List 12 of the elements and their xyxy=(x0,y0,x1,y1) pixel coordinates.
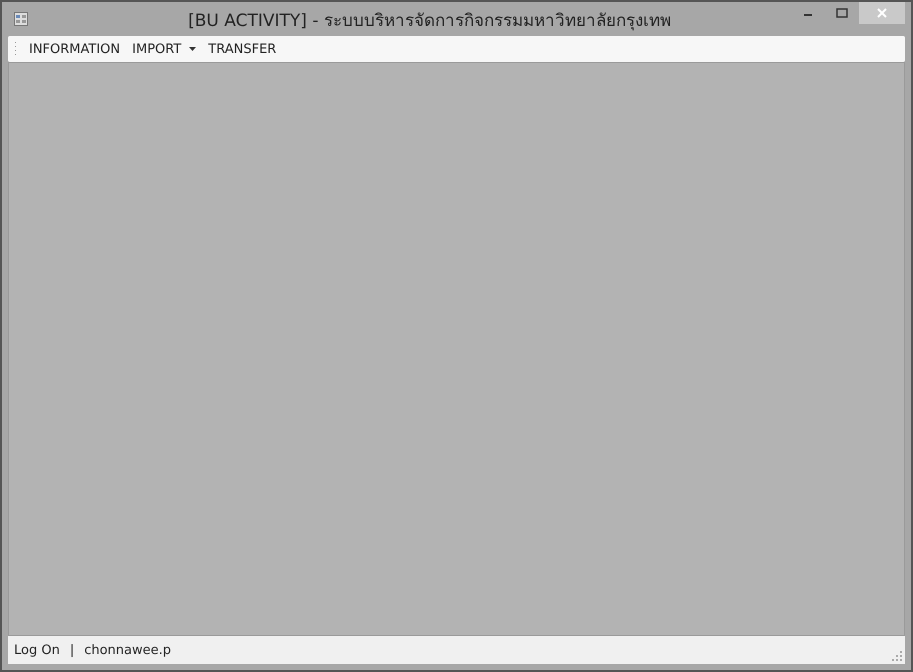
menu-item[interactable]: TRANSFER xyxy=(204,40,280,58)
window-title: [BU ACTIVITY] - ระบบบริหารจัดการกิจกรรมมหาวิทยาลัยกรุงเทพ xyxy=(187,10,672,32)
menu-item[interactable]: INFORMATION xyxy=(25,40,124,58)
resize-grip-icon xyxy=(892,651,902,661)
status-text: chonnawee.p xyxy=(84,642,172,658)
form-icon xyxy=(14,12,28,26)
status-text: Log On xyxy=(14,642,60,658)
maximize-icon xyxy=(836,8,848,18)
close-icon xyxy=(877,8,887,18)
menu-item[interactable]: IMPORT xyxy=(128,40,200,58)
status-text: | xyxy=(70,642,74,658)
caret-icon xyxy=(189,47,196,51)
